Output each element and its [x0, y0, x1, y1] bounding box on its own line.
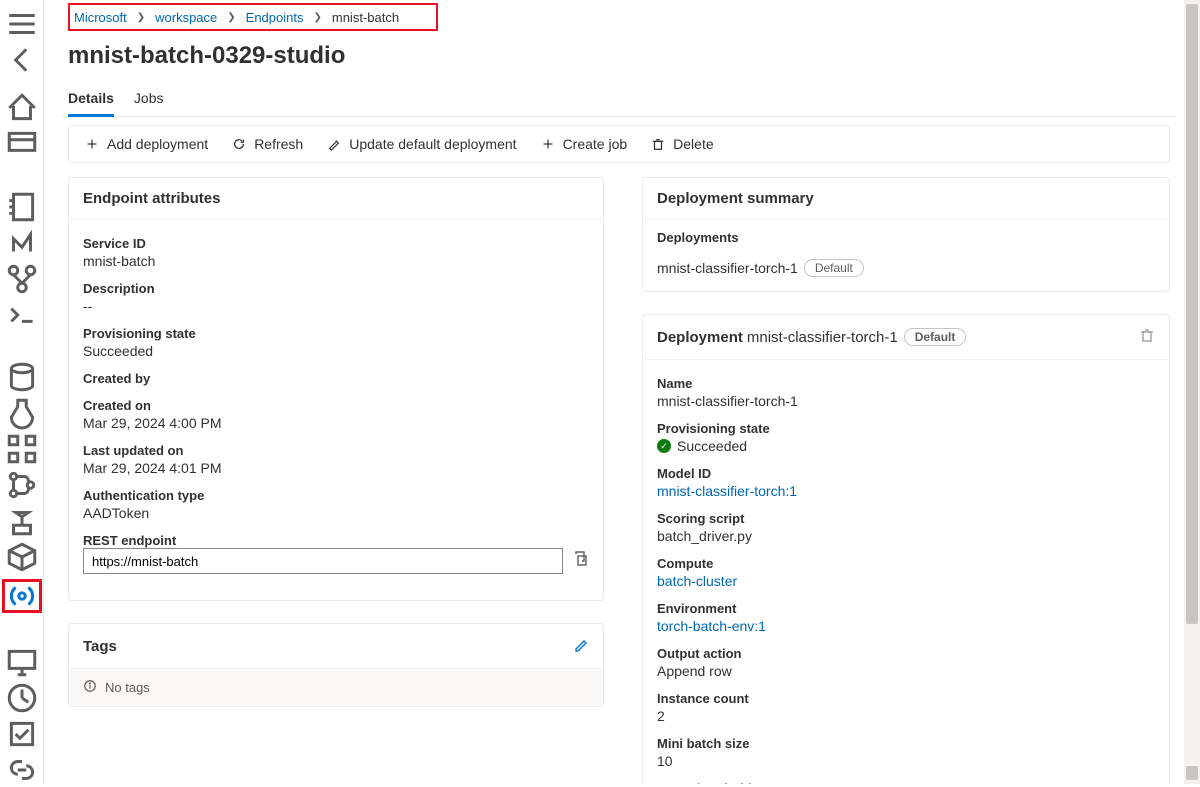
- linked-icon[interactable]: [5, 756, 39, 784]
- label: Refresh: [254, 136, 303, 152]
- label: Environment: [657, 601, 1155, 616]
- tab-jobs[interactable]: Jobs: [134, 84, 164, 116]
- main-content: Microsoft ❯ workspace ❯ Endpoints ❯ mnis…: [44, 0, 1200, 784]
- value: batch_driver.py: [657, 528, 1155, 544]
- label: Model ID: [657, 466, 1155, 481]
- value: AADToken: [83, 505, 589, 521]
- label: Delete: [673, 136, 713, 152]
- monitoring-icon[interactable]: [5, 684, 39, 712]
- label: Service ID: [83, 236, 589, 251]
- chevron-right-icon: ❯: [137, 12, 145, 23]
- add-deployment-button[interactable]: Add deployment: [85, 136, 208, 152]
- create-job-button[interactable]: Create job: [541, 136, 628, 152]
- refresh-button[interactable]: Refresh: [232, 136, 303, 152]
- chevron-right-icon: ❯: [313, 12, 321, 23]
- label: Created on: [83, 398, 589, 413]
- environments-icon[interactable]: [5, 507, 39, 535]
- endpoint-attributes-card: Endpoint attributes Service ID mnist-batc…: [68, 177, 604, 601]
- deployment-name: mnist-classifier-torch-1: [747, 329, 898, 346]
- label: Add deployment: [107, 136, 208, 152]
- label: Create job: [563, 136, 628, 152]
- tab-details[interactable]: Details: [68, 84, 114, 116]
- label: Update default deployment: [349, 136, 516, 152]
- tabs: Details Jobs: [62, 84, 1176, 117]
- endpoints-icon[interactable]: [2, 579, 42, 613]
- value: mnist-batch: [83, 253, 589, 269]
- compute-link[interactable]: batch-cluster: [657, 573, 1155, 589]
- card-title: Endpoint attributes: [69, 178, 603, 220]
- copy-icon[interactable]: [573, 551, 589, 572]
- label: Mini batch size: [657, 736, 1155, 751]
- tags-card: Tags No tags: [68, 623, 604, 707]
- label: Name: [657, 376, 1155, 391]
- label: Compute: [657, 556, 1155, 571]
- default-badge: Default: [804, 259, 864, 277]
- components-icon[interactable]: [5, 435, 39, 463]
- value: 2: [657, 708, 1155, 724]
- designer-icon[interactable]: [5, 265, 39, 293]
- environment-link[interactable]: torch-batch-env:1: [657, 618, 1155, 634]
- rest-endpoint-input[interactable]: [83, 548, 563, 574]
- terminal-icon[interactable]: [5, 301, 39, 329]
- home-icon[interactable]: [5, 94, 39, 122]
- scrollbar-button[interactable]: [1186, 766, 1198, 780]
- label: Description: [83, 281, 589, 296]
- update-default-button[interactable]: Update default deployment: [327, 136, 516, 152]
- label: REST endpoint: [83, 533, 589, 548]
- label: Deployments: [657, 230, 1155, 245]
- scrollbar[interactable]: [1184, 0, 1200, 784]
- label: Output action: [657, 646, 1155, 661]
- label: Created by: [83, 371, 589, 386]
- chevron-right-icon: ❯: [227, 12, 235, 23]
- card-title: Tags: [83, 638, 117, 655]
- label: Provisioning state: [83, 326, 589, 341]
- workspace-icon[interactable]: [5, 130, 39, 158]
- value: mnist-classifier-torch-1: [657, 393, 1155, 409]
- pipelines-icon[interactable]: [5, 471, 39, 499]
- jobs-icon[interactable]: [5, 399, 39, 427]
- value: Succeeded: [677, 438, 747, 454]
- value: Append row: [657, 663, 1155, 679]
- datalabeling-icon[interactable]: [5, 720, 39, 748]
- value: --: [83, 298, 589, 314]
- value: Mar 29, 2024 4:00 PM: [83, 415, 589, 431]
- card-title: Deployment summary: [643, 178, 1169, 220]
- label: Authentication type: [83, 488, 589, 503]
- data-icon[interactable]: [5, 363, 39, 391]
- label: Last updated on: [83, 443, 589, 458]
- automl-icon[interactable]: [5, 229, 39, 257]
- breadcrumb-link[interactable]: workspace: [155, 10, 217, 25]
- deployment-detail-card: Deployment mnist-classifier-torch-1 Defa…: [642, 314, 1170, 784]
- left-sidebar: [0, 0, 44, 784]
- hamburger-icon[interactable]: [5, 10, 39, 38]
- card-title-prefix: Deployment: [657, 329, 743, 346]
- compute-icon[interactable]: [5, 648, 39, 676]
- scrollbar-thumb[interactable]: [1186, 4, 1198, 624]
- label: Provisioning state: [657, 421, 1155, 436]
- success-icon: ✓: [657, 439, 671, 453]
- breadcrumb: Microsoft ❯ workspace ❯ Endpoints ❯ mnis…: [62, 0, 1176, 30]
- page-title: mnist-batch-0329-studio: [62, 30, 1176, 84]
- back-icon[interactable]: [5, 46, 39, 74]
- value: Succeeded: [83, 343, 589, 359]
- label: Scoring script: [657, 511, 1155, 526]
- toolbar: Add deployment Refresh Update default de…: [68, 125, 1170, 163]
- default-badge: Default: [904, 328, 967, 346]
- label: Instance count: [657, 691, 1155, 706]
- info-icon: [83, 679, 97, 696]
- breadcrumb-link[interactable]: Microsoft: [74, 10, 127, 25]
- breadcrumb-current: mnist-batch: [332, 10, 399, 25]
- model-link[interactable]: mnist-classifier-torch:1: [657, 483, 1155, 499]
- breadcrumb-link[interactable]: Endpoints: [246, 10, 304, 25]
- deployment-summary-card: Deployment summary Deployments mnist-cla…: [642, 177, 1170, 292]
- deployment-name: mnist-classifier-torch-1: [657, 260, 798, 276]
- no-tags-text: No tags: [105, 680, 150, 695]
- delete-icon[interactable]: [1139, 327, 1155, 347]
- delete-button[interactable]: Delete: [651, 136, 713, 152]
- models-icon[interactable]: [5, 543, 39, 571]
- notebook-icon[interactable]: [5, 193, 39, 221]
- value: 10: [657, 753, 1155, 769]
- value: Mar 29, 2024 4:01 PM: [83, 460, 589, 476]
- edit-icon[interactable]: [573, 636, 589, 656]
